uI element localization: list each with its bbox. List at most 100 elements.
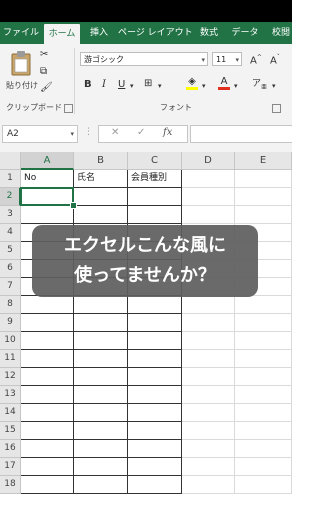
cell-d17[interactable] [182,458,235,476]
fill-handle[interactable] [70,202,77,209]
cell-b10[interactable] [74,332,128,350]
font-launcher-icon[interactable] [272,104,281,113]
row-header-3[interactable]: 3 [0,206,21,224]
row-header-2[interactable]: 2 [0,188,21,206]
cell-c14[interactable] [128,404,182,422]
row-header-15[interactable]: 15 [0,422,21,440]
column-header-a[interactable]: A [21,152,74,170]
row-header-9[interactable]: 9 [0,314,21,332]
cell-e16[interactable] [235,440,292,458]
italic-button[interactable]: I [102,79,106,91]
tab-file[interactable]: ファイル [2,22,40,44]
cell-c2[interactable] [128,188,182,206]
cell-a1[interactable]: No [21,170,74,188]
copy-icon[interactable]: ⧉ [40,66,47,78]
cell-d9[interactable] [182,314,235,332]
cell-a9[interactable] [21,314,74,332]
cell-a3[interactable] [21,206,74,224]
phonetic-dropdown-icon[interactable]: ▾ [272,80,276,92]
cell-a18[interactable] [21,476,74,494]
cell-c11[interactable] [128,350,182,368]
row-header-11[interactable]: 11 [0,350,21,368]
column-header-d[interactable]: D [182,152,235,170]
cell-c10[interactable] [128,332,182,350]
bold-button[interactable]: B [84,79,92,91]
cell-c18[interactable] [128,476,182,494]
cell-c15[interactable] [128,422,182,440]
phonetic-icon[interactable]: ア亜 [252,78,267,94]
cell-b3[interactable] [74,206,128,224]
name-box[interactable]: A2 ▾ [2,125,78,143]
cell-e14[interactable] [235,404,292,422]
column-header-b[interactable]: B [74,152,128,170]
cell-d8[interactable] [182,296,235,314]
cell-d3[interactable] [182,206,235,224]
cell-e10[interactable] [235,332,292,350]
cell-e18[interactable] [235,476,292,494]
row-header-1[interactable]: 1 [0,170,21,188]
cell-c12[interactable] [128,368,182,386]
row-header-12[interactable]: 12 [0,368,21,386]
cell-d14[interactable] [182,404,235,422]
enter-icon[interactable]: ✓ [137,127,145,138]
cell-a10[interactable] [21,332,74,350]
row-header-16[interactable]: 16 [0,440,21,458]
tab-insert[interactable]: 挿入 [84,22,114,44]
cell-e11[interactable] [235,350,292,368]
tab-data[interactable]: データ [228,22,262,44]
paste-button[interactable]: 貼り付け [6,48,38,92]
cancel-icon[interactable]: ✕ [111,127,119,138]
cell-a16[interactable] [21,440,74,458]
row-header-5[interactable]: 5 [0,242,21,260]
cell-d18[interactable] [182,476,235,494]
cell-d10[interactable] [182,332,235,350]
cell-a11[interactable] [21,350,74,368]
tab-home[interactable]: ホーム [44,24,80,44]
cell-a14[interactable] [21,404,74,422]
increase-font-icon[interactable]: A^ [250,52,262,67]
cell-b18[interactable] [74,476,128,494]
cell-b11[interactable] [74,350,128,368]
cell-b13[interactable] [74,386,128,404]
row-header-10[interactable]: 10 [0,332,21,350]
cell-b12[interactable] [74,368,128,386]
cell-c13[interactable] [128,386,182,404]
row-header-17[interactable]: 17 [0,458,21,476]
cell-c16[interactable] [128,440,182,458]
cell-b8[interactable] [74,296,128,314]
cell-a17[interactable] [21,458,74,476]
cell-a13[interactable] [21,386,74,404]
cell-e12[interactable] [235,368,292,386]
row-header-18[interactable]: 18 [0,476,21,494]
format-painter-icon[interactable]: 🖌 [40,82,53,94]
select-all-corner[interactable] [0,152,21,170]
cell-d13[interactable] [182,386,235,404]
cut-icon[interactable]: ✂ [40,49,48,61]
formula-input[interactable] [190,125,292,143]
formula-bar-grip-icon[interactable]: ⋮ [84,127,93,137]
cell-e13[interactable] [235,386,292,404]
cell-b15[interactable] [74,422,128,440]
fill-color-icon[interactable]: ◈ [186,76,198,90]
cell-e17[interactable] [235,458,292,476]
cell-d2[interactable] [182,188,235,206]
row-header-13[interactable]: 13 [0,386,21,404]
cell-c8[interactable] [128,296,182,314]
cell-c17[interactable] [128,458,182,476]
cell-a12[interactable] [21,368,74,386]
clipboard-launcher-icon[interactable] [64,104,73,113]
column-header-c[interactable]: C [128,152,182,170]
borders-icon[interactable]: ⊞ [144,78,152,90]
tab-page-layout[interactable]: ページ レイアウト [118,22,193,44]
cell-d1[interactable] [182,170,235,188]
cell-e8[interactable] [235,296,292,314]
cell-c9[interactable] [128,314,182,332]
cell-a8[interactable] [21,296,74,314]
font-color-icon[interactable]: A [218,76,230,90]
cell-b17[interactable] [74,458,128,476]
cell-e2[interactable] [235,188,292,206]
cell-e1[interactable] [235,170,292,188]
cell-b16[interactable] [74,440,128,458]
cell-c3[interactable] [128,206,182,224]
underline-button[interactable]: U [118,79,125,91]
